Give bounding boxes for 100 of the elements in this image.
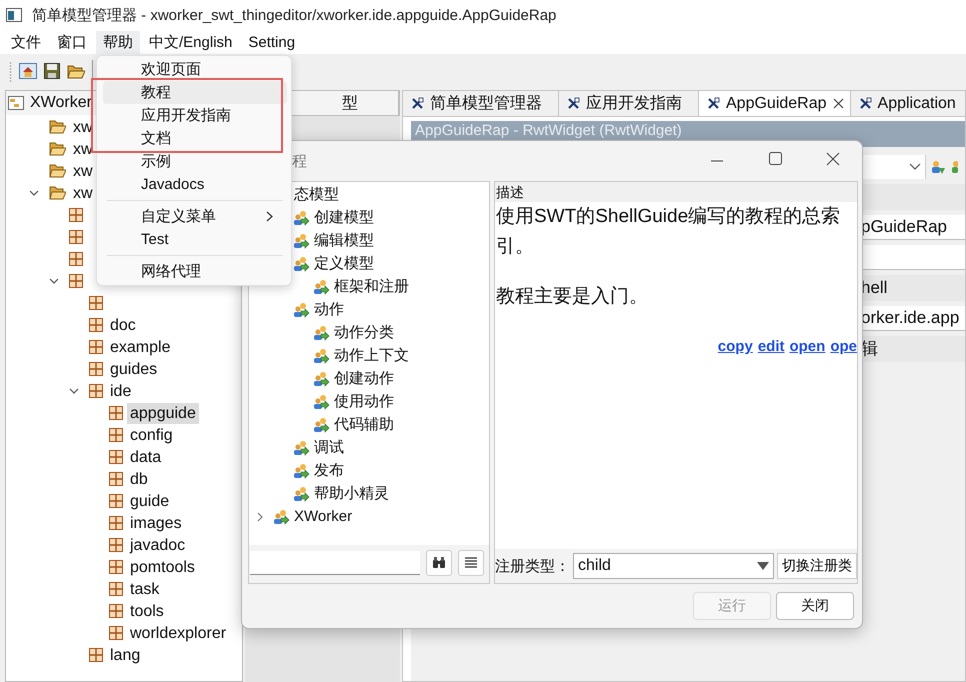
tree-item[interactable]: 动作 [314,300,344,319]
package-icon [109,560,123,574]
tree-item[interactable]: javadoc [127,534,188,556]
menu-item[interactable]: 示例 [103,150,287,173]
menu-item[interactable]: 中文/English [142,30,240,54]
search-field[interactable] [250,551,420,575]
maximize-icon[interactable] [769,152,782,165]
menu-item[interactable]: Javadocs [103,173,287,196]
people-icon[interactable] [950,159,958,175]
action-link[interactable]: ope [830,332,857,362]
tree-item[interactable]: 动作分类 [334,323,394,342]
people-arrow-icon [313,348,330,364]
tree-item[interactable]: tools [127,600,167,622]
package-icon [89,296,103,310]
text-field[interactable] [861,245,965,270]
action-link[interactable]: edit [758,332,784,362]
package-icon [89,648,103,662]
tree-item[interactable]: 调试 [314,438,344,457]
package-icon [109,450,123,464]
cross-icon [567,97,580,110]
editor-tab[interactable]: Application [850,91,965,116]
people-arrow-icon [293,486,310,502]
people-arrow-icon [313,278,330,294]
register-type-label: 注册类型： [495,556,570,576]
register-type-dropdown[interactable]: child [573,553,774,579]
description-text: 教程主要是入门。 [496,285,649,309]
editor-tab[interactable]: 简单模型管理器 [403,91,559,116]
menu-item[interactable]: Test [103,228,287,251]
package-icon [109,582,123,596]
folder-icon [49,142,66,156]
menu-item[interactable]: 文档 [103,127,287,150]
package-icon [69,252,83,266]
tree-item[interactable]: guide [127,490,172,512]
menu-item[interactable]: 自定义菜单 [103,205,287,228]
tree-item[interactable]: 使用动作 [334,392,394,411]
tree-item[interactable]: ide [107,380,134,402]
package-icon [109,538,123,552]
tree-item[interactable]: 发布 [314,461,344,480]
tree-item[interactable]: example [107,336,174,358]
people-icon[interactable] [930,159,946,175]
save-icon[interactable] [44,63,60,79]
tree-item[interactable]: 创建模型 [314,208,374,227]
tree-item[interactable]: 帮助小精灵 [314,484,389,503]
package-icon [89,362,103,376]
people-arrow-icon [273,508,290,524]
column-header: 描述 [495,182,857,202]
folder-icon [49,120,66,134]
open-folder-icon[interactable] [67,64,85,78]
people-arrow-icon [293,210,310,226]
tree-item[interactable]: doc [107,314,139,336]
tree-item[interactable]: 动作上下文 [334,346,409,365]
switch-type-button[interactable]: 切换注册类 [777,553,857,579]
editor-tab[interactable]: AppGuideRap [699,91,851,116]
package-icon [109,406,123,420]
tree-item[interactable]: data [127,446,164,468]
close-icon[interactable] [826,152,840,166]
menu-item[interactable]: Setting [241,32,302,52]
tree-item[interactable]: 创建动作 [334,369,394,388]
package-icon [89,318,103,332]
list-button[interactable] [458,550,484,576]
menu-item[interactable]: 欢迎页面 [103,58,287,81]
cross-icon [858,97,872,110]
tree-item[interactable]: pomtools [127,556,198,578]
people-arrow-icon [293,256,310,272]
tree-item[interactable]: 代码辅助 [334,415,394,434]
action-link[interactable]: copy [718,332,753,362]
home-icon[interactable] [19,63,37,79]
tree-item[interactable]: config [127,424,176,446]
tree-item[interactable]: xw [70,160,96,182]
menu-item[interactable]: 窗口 [50,30,94,54]
tree-item[interactable]: XWorker [294,508,352,525]
dropdown-arrow-icon [757,562,769,570]
tree-item[interactable]: 定义模型 [314,254,374,273]
tree-item[interactable]: task [127,578,162,600]
tree-item[interactable]: lang [107,644,144,666]
text-field[interactable]: pGuideRap [861,215,965,240]
tree-item[interactable]: db [127,468,151,490]
menu-item[interactable]: 帮助 [96,30,140,54]
action-link[interactable]: open [789,332,826,362]
menu-item[interactable]: 应用开发指南 [103,104,287,127]
menu-item[interactable]: 网络代理 [103,260,287,283]
dialog-button[interactable]: 关闭 [776,592,854,620]
tree-item[interactable]: xw [70,182,96,204]
tree-item[interactable]: appguide [127,402,199,424]
menu-item[interactable]: 教程 [103,81,287,104]
package-icon [109,494,123,508]
close-icon[interactable] [832,98,844,109]
tree-item[interactable]: guides [107,358,160,380]
package-icon [109,604,123,618]
tree-item[interactable]: worldexplorer [127,622,230,644]
people-arrow-icon [293,232,310,248]
tree-item[interactable]: 框架和注册 [334,277,409,296]
tree-item[interactable]: 态模型 [294,185,339,204]
menu-item[interactable]: 文件 [4,30,48,54]
find-button[interactable] [426,550,452,576]
tree-item[interactable]: 编辑模型 [314,231,374,250]
text-field[interactable]: orker.ide.app [861,306,965,331]
panel-title: XWorker [30,94,92,112]
list-icon [465,557,477,569]
tree-item[interactable]: images [127,512,185,534]
